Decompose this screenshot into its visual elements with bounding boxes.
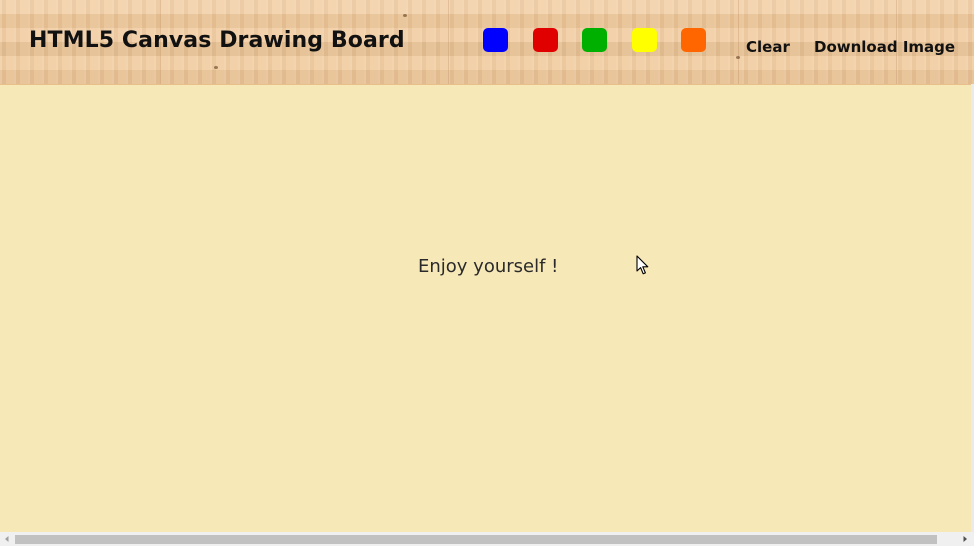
canvas-message: Enjoy yourself ! — [418, 256, 559, 277]
color-swatch-red[interactable] — [533, 28, 558, 52]
download-image-button[interactable]: Download Image — [814, 38, 955, 56]
mouse-cursor-icon — [636, 255, 649, 275]
color-swatch-blue[interactable] — [483, 28, 508, 52]
scroll-left-arrow-icon[interactable] — [0, 532, 14, 546]
wood-knot — [403, 14, 407, 17]
wood-grain — [738, 0, 739, 84]
color-swatch-orange[interactable] — [681, 28, 706, 52]
horizontal-scrollbar[interactable] — [0, 532, 974, 546]
color-swatch-green[interactable] — [582, 28, 607, 52]
scrollbar-thumb[interactable] — [15, 535, 937, 544]
page-title: HTML5 Canvas Drawing Board — [29, 28, 405, 53]
wood-knot — [214, 66, 218, 69]
wood-knot — [736, 56, 740, 59]
wood-grain — [448, 0, 449, 84]
scroll-right-arrow-icon[interactable] — [958, 532, 972, 546]
header-bar: HTML5 Canvas Drawing Board Clear Downloa… — [0, 0, 974, 85]
color-swatch-yellow[interactable] — [632, 28, 657, 52]
drawing-canvas[interactable] — [0, 85, 974, 532]
clear-button[interactable]: Clear — [746, 38, 790, 56]
